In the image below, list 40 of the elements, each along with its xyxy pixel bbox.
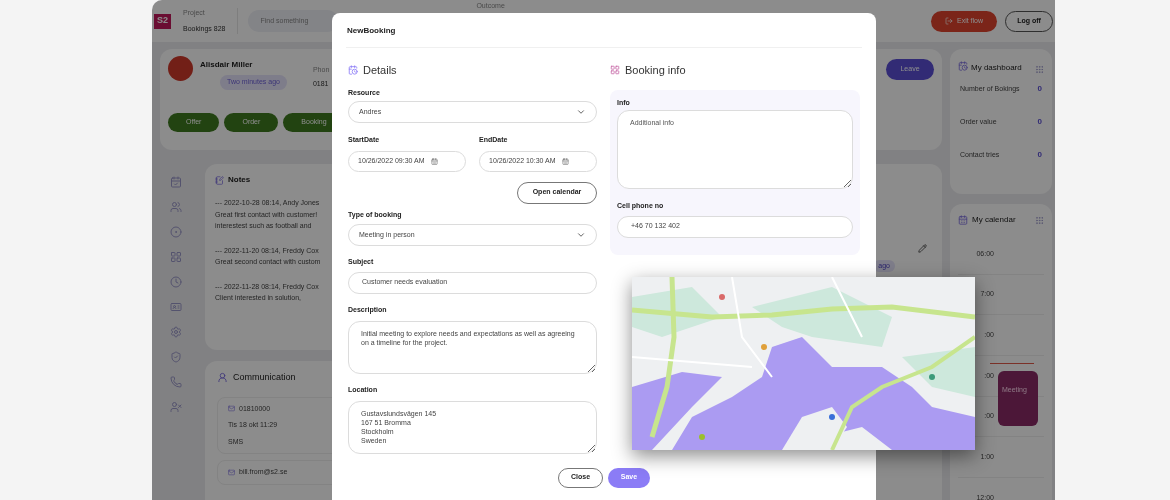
mail-icon — [228, 468, 235, 476]
edit-icon[interactable] — [918, 243, 927, 253]
mail-icon — [228, 405, 235, 413]
shield-icon[interactable] — [170, 351, 182, 363]
grip-icon[interactable] — [1035, 65, 1044, 74]
user-remove-icon[interactable] — [170, 401, 182, 413]
clock-icon[interactable] — [170, 276, 182, 288]
notes-icon — [215, 175, 224, 185]
grip-icon[interactable] — [1035, 215, 1044, 225]
chevron-down-icon — [576, 107, 586, 117]
id-card-icon[interactable] — [170, 301, 182, 313]
stat-value: 0 — [1037, 116, 1042, 128]
circle-icon[interactable] — [170, 226, 182, 238]
calendar-icon — [561, 157, 569, 165]
calendar-icon[interactable] — [170, 176, 182, 188]
grid-icon — [610, 65, 620, 76]
panel-title: My calendar — [972, 214, 1016, 226]
customer-name: Alisdair Miller — [200, 59, 253, 71]
section-heading: Details — [363, 63, 397, 78]
panel-title: Notes — [228, 174, 251, 186]
current-time-line — [990, 363, 1034, 364]
calendar-icon — [348, 65, 358, 76]
avatar — [168, 56, 193, 81]
settings-icon[interactable] — [170, 326, 182, 338]
panel-title: Communication — [233, 371, 296, 384]
dashboard-icon — [958, 61, 968, 71]
section-heading: Booking info — [625, 63, 686, 78]
stat-value: 0 — [1037, 149, 1042, 161]
grid-icon[interactable] — [170, 251, 182, 263]
dialog-title: NewBooking — [346, 25, 862, 48]
stat-value: 0 — [1037, 83, 1042, 95]
panel-title: My dashboard — [971, 62, 1023, 74]
calendar-icon — [430, 157, 438, 165]
exit-icon — [944, 17, 953, 25]
phone-icon[interactable] — [170, 376, 182, 388]
logo[interactable]: S2 — [154, 13, 171, 29]
user-icon — [217, 372, 228, 384]
users-icon[interactable] — [170, 201, 182, 213]
calendar-icon — [958, 215, 968, 225]
chevron-down-icon — [576, 230, 586, 240]
